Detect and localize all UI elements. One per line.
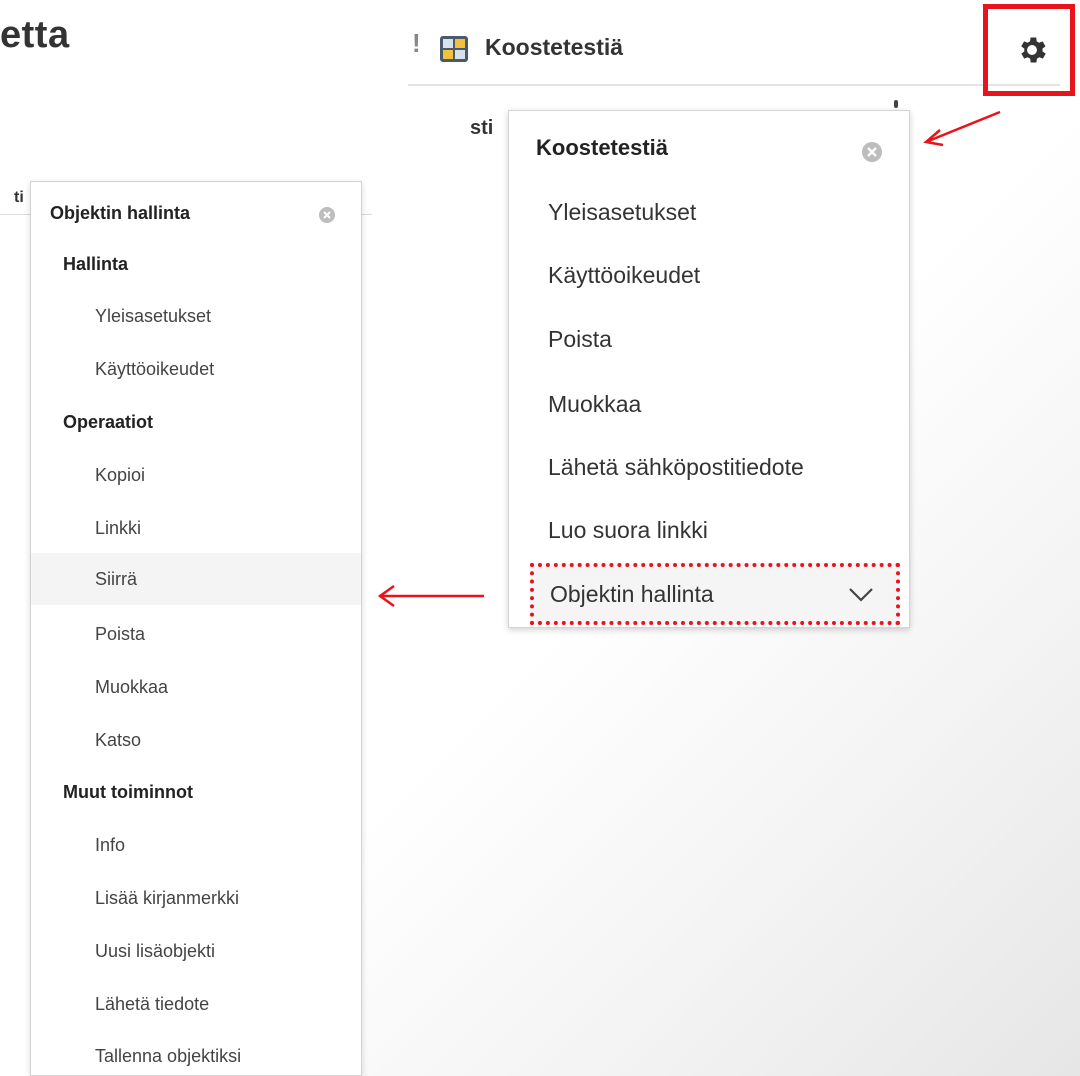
menu-item-permissions[interactable]: Käyttöoikeudet — [548, 262, 700, 289]
menu-item-send-email[interactable]: Lähetä sähköpostitiedote — [548, 454, 804, 481]
report-grid-icon — [440, 36, 468, 62]
close-circle-icon[interactable] — [861, 141, 883, 163]
background-text-fragment: ti — [14, 189, 24, 206]
background-text-fragment: sti — [470, 117, 494, 139]
submenu-item-new-subobject[interactable]: Uusi lisäobjekti — [95, 941, 215, 962]
object-context-menu: Koostetestiä Yleisasetukset Käyttöoikeud… — [508, 110, 910, 628]
submenu-item-general-settings[interactable]: Yleisasetukset — [95, 306, 211, 327]
exclamation-icon: ! — [412, 28, 421, 58]
annotation-arrow-to-menu — [923, 110, 1001, 147]
submenu-title: Objektin hallinta — [50, 203, 191, 223]
menu-item-create-link[interactable]: Luo suora linkki — [548, 517, 708, 544]
submenu-item-move[interactable]: Siirrä — [31, 553, 361, 605]
annotation-arrow-to-submenu — [377, 584, 484, 608]
section-heading-operations: Operaatiot — [63, 412, 154, 432]
submenu-item-add-bookmark[interactable]: Lisää kirjanmerkki — [95, 888, 239, 909]
menu-item-object-management[interactable]: Objektin hallinta — [530, 563, 900, 625]
gear-icon[interactable] — [1015, 33, 1049, 67]
menu-item-object-management-label: Objektin hallinta — [550, 581, 714, 607]
menu-item-delete[interactable]: Poista — [548, 326, 612, 353]
submenu-item-edit[interactable]: Muokkaa — [95, 677, 168, 698]
page-heading-fragment: etta — [0, 14, 70, 56]
context-menu-title: Koostetestiä — [536, 135, 669, 160]
chevron-down-icon — [849, 588, 873, 602]
submenu-item-view[interactable]: Katso — [95, 730, 141, 751]
submenu-item-info[interactable]: Info — [95, 835, 125, 856]
submenu-item-save-as-object[interactable]: Tallenna objektiksi — [95, 1046, 241, 1067]
menu-item-edit[interactable]: Muokkaa — [548, 391, 641, 418]
background-fragment-mark — [894, 100, 898, 108]
object-title: Koostetestiä — [485, 34, 624, 60]
submenu-item-send-notice[interactable]: Lähetä tiedote — [95, 994, 209, 1015]
submenu-item-delete[interactable]: Poista — [95, 624, 145, 645]
section-heading-other-actions: Muut toiminnot — [63, 782, 193, 802]
submenu-item-copy[interactable]: Kopioi — [95, 465, 145, 486]
menu-item-general-settings[interactable]: Yleisasetukset — [548, 199, 696, 226]
submenu-item-link[interactable]: Linkki — [95, 518, 141, 539]
section-heading-management: Hallinta — [63, 254, 129, 274]
object-management-submenu: Objektin hallinta Hallinta Yleisasetukse… — [30, 181, 362, 1076]
close-circle-icon[interactable] — [318, 206, 336, 224]
submenu-item-permissions[interactable]: Käyttöoikeudet — [95, 359, 214, 380]
